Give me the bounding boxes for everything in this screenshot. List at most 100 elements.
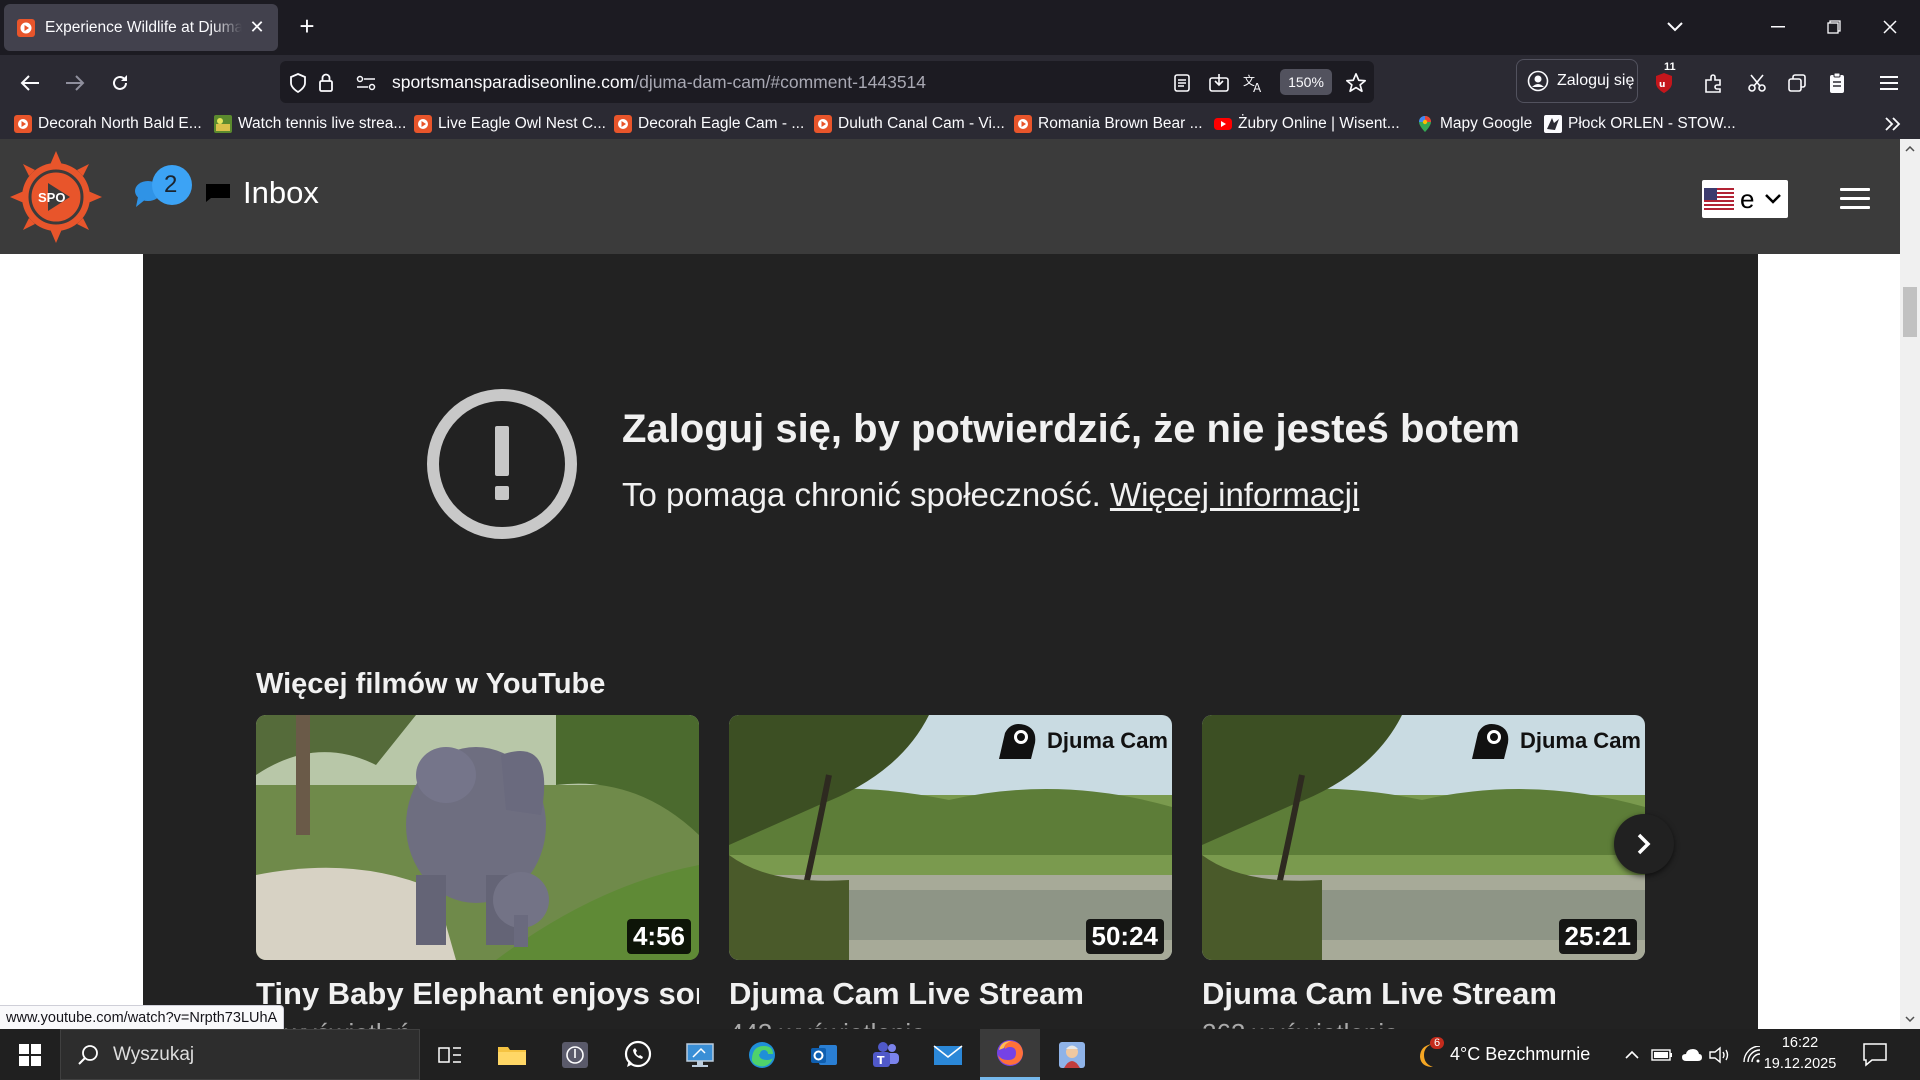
bookmark-label: Decorah North Bald E... [38,115,202,132]
tennis-favicon-icon [214,115,232,133]
new-tab-button[interactable]: + [292,12,322,42]
bot-check-subtitle: To pomaga chronić społeczność. Więcej in… [622,476,1359,514]
windows-start-icon[interactable] [0,1029,60,1080]
back-icon[interactable] [12,65,48,101]
video-title[interactable]: Tiny Baby Elephant enjoys som... [256,976,699,1012]
language-select[interactable]: e [1702,180,1788,218]
video-card[interactable]: Djuma Cam 50:24 Djuma Cam Live Stream 44… [729,715,1172,1029]
onedrive-cloud-icon[interactable] [1680,1043,1704,1067]
restore-icon[interactable] [1814,10,1854,44]
scroll-thumb[interactable] [1903,287,1917,337]
tab-close-icon[interactable]: ✕ [248,17,266,38]
video-views: ... wyświetleń [256,1018,699,1029]
bookmark-label: Decorah Eagle Cam - ... [638,115,805,132]
site-menu-icon[interactable] [1840,188,1870,210]
bookmark-item[interactable]: Decorah Eagle Cam - ... [614,112,804,136]
carousel-next-button[interactable] [1614,814,1674,874]
firefox-icon[interactable] [980,1029,1040,1080]
minimize-icon[interactable] [1758,10,1798,44]
spo-favicon-icon [414,115,432,133]
bookmark-item[interactable]: Romania Brown Bear ... [1014,112,1203,136]
lock-icon[interactable] [314,71,338,95]
zoom-level-button[interactable]: 150% [1280,69,1332,95]
game-app-icon[interactable] [1042,1029,1102,1080]
ublock-extension-icon[interactable]: u 11 [1650,61,1678,97]
address-bar[interactable]: sportsmansparadiseonline.com/djuma-dam-c… [280,61,1374,103]
battery-icon[interactable] [1650,1043,1674,1067]
bookmark-item[interactable]: Płock ORLEN - STOW... [1544,112,1736,136]
search-icon [78,1044,98,1065]
app-menu-icon[interactable] [1875,69,1903,97]
system-clock[interactable]: 16:22 19.12.2025 [1760,1033,1840,1075]
chat-notifications-button[interactable]: 2 [134,163,194,213]
djuma-cam-watermark: Djuma Cam [1464,719,1641,763]
video-card[interactable]: 4:56 Tiny Baby Elephant enjoys som... ..… [256,715,699,1029]
tab-active[interactable]: Experience Wildlife at Djuma Dam Cam ✕ [4,4,278,51]
taskbar-search-input[interactable]: Wyszukaj [60,1029,420,1080]
weather-text: 4°C Bezchmurnie [1450,1044,1591,1064]
svg-text:u: u [1659,80,1665,90]
scroll-down-icon[interactable] [1900,1009,1920,1029]
whatsapp-icon[interactable] [608,1029,668,1080]
tab-strip: Experience Wildlife at Djuma Dam Cam ✕ + [0,0,1920,55]
url-domain: sportsmansparadiseonline.com [392,72,635,92]
account-sign-in-button[interactable]: Zaloguj się [1516,59,1638,103]
more-info-link[interactable]: Więcej informacji [1110,476,1359,513]
bot-check-text: To pomaga chronić społeczność. [622,476,1101,513]
weather-widget[interactable]: 6 4°C Bezchmurnie [1412,1029,1590,1080]
weather-badge: 6 [1430,1037,1445,1049]
reload-icon[interactable] [102,65,138,101]
task-view-icon[interactable] [420,1029,480,1080]
lion-logo-icon [998,724,1036,759]
close-window-icon[interactable] [1870,10,1910,44]
screenshot-scissors-icon[interactable] [1743,69,1771,97]
more-videos-title: Więcej filmów w YouTube [256,668,606,700]
show-hidden-icons-icon[interactable] [1620,1043,1644,1067]
file-explorer-icon[interactable] [482,1029,542,1080]
bookmark-item[interactable]: Żubry Online | Wisent... [1214,112,1400,136]
forward-icon[interactable] [57,65,93,101]
page-scrollbar[interactable] [1900,139,1920,1029]
spo-logo-icon[interactable]: SPO [8,149,104,245]
copy-icon[interactable] [1783,69,1811,97]
url-text[interactable]: sportsmansparadiseonline.com/djuma-dam-c… [392,72,926,93]
video-card[interactable]: Djuma Cam 25:21 Djuma Cam Live Stream 26… [1202,715,1645,1029]
video-duration: 50:24 [1085,919,1164,954]
scroll-up-icon[interactable] [1900,139,1920,159]
video-title[interactable]: Djuma Cam Live Stream [729,976,1172,1012]
save-to-pocket-icon[interactable] [1207,71,1231,95]
outlook-icon[interactable] [794,1029,854,1080]
volume-icon[interactable] [1708,1043,1732,1067]
reader-view-icon[interactable] [1170,71,1194,95]
teams-icon[interactable]: T [856,1029,916,1080]
remote-desktop-icon[interactable] [670,1029,730,1080]
svg-text:SPO: SPO [38,190,65,205]
video-thumbnail[interactable]: Djuma Cam 25:21 [1202,715,1645,960]
tracking-protection-shield-icon[interactable] [286,71,310,95]
bookmark-item[interactable]: Watch tennis live strea... [214,112,406,136]
spo-favicon-icon [814,115,832,133]
bookmark-star-icon[interactable] [1344,71,1368,95]
bookmarks-overflow-icon[interactable] [1884,112,1902,136]
list-all-tabs-icon[interactable] [1655,10,1695,44]
bookmark-item[interactable]: Decorah North Bald E... [14,112,202,136]
mail-icon[interactable] [918,1029,978,1080]
site-permissions-icon[interactable] [354,71,378,95]
bookmark-item[interactable]: Duluth Canal Cam - Vi... [814,112,1005,136]
video-thumbnail[interactable]: 4:56 [256,715,699,960]
notification-center-icon[interactable] [1862,1041,1890,1069]
inbox-link[interactable]: Inbox [243,175,319,211]
bookmark-label: Romania Brown Bear ... [1038,115,1203,132]
edge-browser-icon[interactable] [732,1029,792,1080]
clipboard-extension-icon[interactable] [1823,69,1851,97]
bookmark-item[interactable]: Live Eagle Owl Nest C... [414,112,606,136]
video-duration: 25:21 [1558,919,1637,954]
bookmark-item[interactable]: Mapy Google [1416,112,1532,136]
video-thumbnail[interactable]: Djuma Cam 50:24 [729,715,1172,960]
translate-icon[interactable]: 文A [1242,71,1266,95]
search-placeholder: Wyszukaj [113,1043,195,1065]
video-title[interactable]: Djuma Cam Live Stream [1202,976,1645,1012]
extensions-puzzle-icon[interactable] [1700,69,1728,97]
app-icon-download[interactable] [545,1029,605,1080]
channel-name: Djuma Cam [1519,728,1641,753]
